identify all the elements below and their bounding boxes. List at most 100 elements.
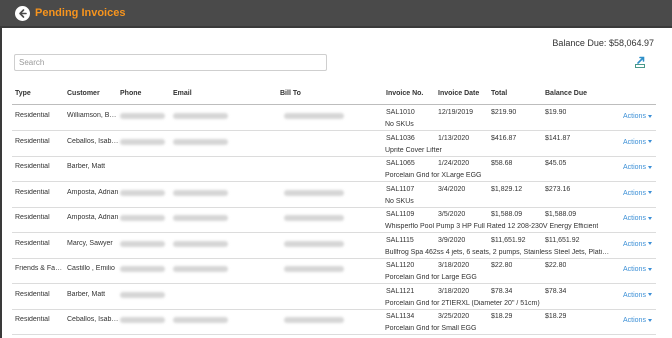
cell-total: $58.68 xyxy=(491,160,513,167)
cell-total: $78.34 xyxy=(491,287,513,295)
cell-balance-due: $22.80 xyxy=(545,262,567,269)
table-row[interactable]: Residential Amposta, Adrian SAL1107 No SKUs… xyxy=(12,183,656,208)
export-icon[interactable] xyxy=(634,55,648,69)
caret-down-icon xyxy=(647,216,652,220)
cell-bill-to-redacted xyxy=(284,189,344,196)
cell-invoice-date: 3/5/2020 xyxy=(438,211,466,218)
table-row[interactable]: Residential Ceballos, Isabe... SAL1036 Upri… xyxy=(12,132,656,157)
header-col-type[interactable]: Type xyxy=(15,90,31,97)
header-col-invoice-date[interactable]: Invoice Date xyxy=(438,90,479,97)
header-col-customer[interactable]: Customer xyxy=(67,90,100,97)
header-col-total[interactable]: Total xyxy=(491,90,507,97)
cell-invoice-no: SAL1121 xyxy=(386,287,415,295)
cell-invoice-description: Uprite Cover Lifter xyxy=(385,146,442,154)
actions-label: Actions xyxy=(623,215,646,222)
actions-label: Actions xyxy=(623,240,646,248)
cell-email-redacted xyxy=(173,189,228,196)
actions-label: Actions xyxy=(623,317,646,324)
actions-dropdown[interactable]: Actions xyxy=(623,113,652,120)
cell-invoice-description: No SKUs xyxy=(385,121,414,128)
cell-invoice-description: Porcelain Grid for 2TIERXL (Diameter 20"… xyxy=(385,299,540,307)
caret-down-icon xyxy=(647,140,652,144)
cell-invoice-no: SAL1109 xyxy=(386,211,415,218)
cell-balance-due: $78.34 xyxy=(545,287,567,295)
cell-invoice-no: SAL1065 xyxy=(386,160,415,167)
actions-dropdown[interactable]: Actions xyxy=(623,164,652,171)
table-row[interactable]: Residential Ceballos, Isabe... SAL1134 Porc… xyxy=(12,310,656,335)
caret-down-icon xyxy=(647,242,652,246)
cell-invoice-no: SAL1134 xyxy=(386,313,415,320)
cell-balance-due: $273.16 xyxy=(545,185,571,193)
actions-dropdown[interactable]: Actions xyxy=(623,215,652,222)
cell-balance-due: $1,588.09 xyxy=(545,211,577,218)
cell-invoice-date: 3/4/2020 xyxy=(438,185,466,193)
actions-label: Actions xyxy=(623,189,646,197)
cell-invoice-description: Porcelain Grid for Large EGG xyxy=(385,274,477,281)
table-row[interactable]: Residential Barber, Matt SAL1065 Porcelain … xyxy=(12,157,656,182)
back-arrow-icon[interactable] xyxy=(15,6,30,21)
cell-customer: Amposta, Adrian xyxy=(67,214,119,221)
table-row[interactable]: Residential Amposta, Adrian SAL1109 Whisper… xyxy=(12,208,656,233)
cell-total: $22.80 xyxy=(491,262,513,269)
cell-type: Friends & Famil... xyxy=(15,265,65,272)
header-col-phone[interactable]: Phone xyxy=(120,90,141,97)
cell-invoice-no: SAL1036 xyxy=(386,134,415,142)
actions-label: Actions xyxy=(623,291,646,299)
search-input[interactable] xyxy=(14,54,327,71)
cell-customer: Barber, Matt xyxy=(67,290,106,298)
cell-type: Residential xyxy=(15,112,50,119)
cell-total: $1,588.09 xyxy=(491,211,523,218)
header-col-email[interactable]: Email xyxy=(173,90,192,97)
actions-dropdown[interactable]: Actions xyxy=(623,317,652,324)
cell-customer: Ceballos, Isabe... xyxy=(67,137,119,145)
cell-invoice-description: Bullfrog Spa 462ss 4 jets, 6 seats, 2 pu… xyxy=(385,248,611,256)
actions-dropdown[interactable]: Actions xyxy=(623,266,652,273)
actions-label: Actions xyxy=(623,138,646,146)
header-col-bill-to[interactable]: Bill To xyxy=(280,90,301,97)
cell-customer: Ceballos, Isabe... xyxy=(67,316,119,323)
cell-type: Residential xyxy=(15,316,50,323)
actions-dropdown[interactable]: Actions xyxy=(623,292,652,299)
caret-down-icon xyxy=(647,165,652,169)
header-divider xyxy=(12,104,656,105)
cell-phone-redacted xyxy=(120,113,165,119)
cell-type: Residential xyxy=(15,290,50,298)
cell-invoice-description: Porcelain Grid for Small EGG xyxy=(385,325,477,332)
cell-phone-redacted xyxy=(120,317,165,323)
cell-bill-to-redacted xyxy=(284,266,344,272)
cell-balance-due: $18.29 xyxy=(545,313,567,320)
cell-type: Residential xyxy=(15,163,50,170)
cell-phone-redacted xyxy=(120,291,165,298)
header-col-invoice-no[interactable]: Invoice No. xyxy=(386,90,423,97)
cell-total: $11,651.92 xyxy=(491,236,526,244)
cell-total: $1,829.12 xyxy=(491,185,523,193)
cell-customer: Amposta, Adrian xyxy=(67,188,119,196)
cell-invoice-description: No SKUs xyxy=(385,197,414,205)
table-row[interactable]: Residential Marcy, Sawyer SAL1115 Bullfrog … xyxy=(12,234,656,259)
cell-invoice-description: Whisperflo Pool Pump 3 HP Full Rated 12 … xyxy=(385,223,599,230)
cell-type: Residential xyxy=(15,239,50,247)
actions-dropdown[interactable]: Actions xyxy=(623,241,652,248)
cell-total: $18.29 xyxy=(491,313,513,320)
cell-invoice-no: SAL1010 xyxy=(386,109,415,116)
cell-email-redacted xyxy=(173,240,228,247)
actions-label: Actions xyxy=(623,164,646,171)
caret-down-icon xyxy=(647,293,652,297)
cell-type: Residential xyxy=(15,137,50,145)
table-row[interactable]: Residential Williamson, Bar... SAL1010 No S… xyxy=(12,106,656,131)
table-row[interactable]: Friends & Famil... Castillo , Emilio SAL11… xyxy=(12,259,656,284)
cell-invoice-date: 3/25/2020 xyxy=(438,313,470,320)
table-row[interactable]: Residential Barber, Matt SAL1121 Porcelain … xyxy=(12,285,656,310)
caret-down-icon xyxy=(647,114,652,118)
cell-phone-redacted xyxy=(120,266,165,272)
actions-label: Actions xyxy=(623,113,646,120)
cell-customer: Williamson, Bar... xyxy=(67,112,119,119)
actions-dropdown[interactable]: Actions xyxy=(623,190,652,197)
actions-dropdown[interactable]: Actions xyxy=(623,139,652,146)
cell-phone-redacted xyxy=(120,189,165,196)
actions-label: Actions xyxy=(623,266,646,273)
cell-customer: Marcy, Sawyer xyxy=(67,239,113,247)
header-col-balance-due[interactable]: Balance Due xyxy=(545,90,587,97)
caret-down-icon xyxy=(647,267,652,271)
cell-total: $219.90 xyxy=(491,109,517,116)
